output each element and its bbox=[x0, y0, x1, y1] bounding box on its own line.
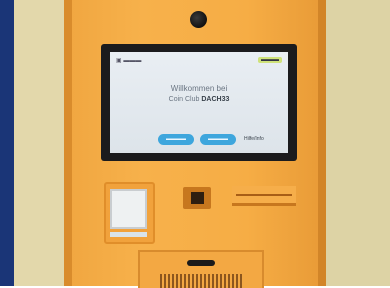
card-reader-display bbox=[110, 189, 147, 229]
wall-left bbox=[14, 0, 66, 286]
banknote-slot-opening bbox=[191, 192, 204, 204]
panel-handle[interactable] bbox=[187, 260, 215, 266]
screen-button-2[interactable]: ▬▬▬▬ bbox=[200, 134, 236, 145]
banknote-slot[interactable] bbox=[183, 187, 211, 209]
help-link[interactable]: Hilfe/Info bbox=[244, 134, 264, 145]
language-selector[interactable]: ▬▬▬ bbox=[258, 57, 282, 63]
kiosk-left-edge bbox=[64, 0, 72, 286]
kiosk-name-text: Coin Club DACH33 bbox=[110, 96, 288, 103]
card-reader-strip bbox=[110, 232, 147, 237]
background-strip bbox=[0, 0, 14, 286]
kiosk-name-code: DACH33 bbox=[201, 96, 230, 103]
receipt-slot[interactable] bbox=[232, 186, 296, 206]
touch-screen[interactable]: ▣ ▬▬▬ ▬▬▬ Willkommen bei Coin Club DACH3… bbox=[110, 52, 288, 153]
screen-button-1[interactable]: ▬▬▬▬ bbox=[158, 134, 194, 145]
welcome-text: Willkommen bei bbox=[170, 84, 228, 93]
receipt-slot-opening bbox=[236, 194, 292, 196]
screen-logo: ▣ ▬▬▬ bbox=[116, 58, 142, 64]
camera-icon bbox=[190, 11, 207, 28]
kiosk-right-edge bbox=[318, 0, 326, 286]
kiosk-name-prefix: Coin Club bbox=[168, 96, 200, 103]
lower-panel bbox=[138, 250, 264, 288]
card-reader[interactable] bbox=[104, 182, 155, 244]
